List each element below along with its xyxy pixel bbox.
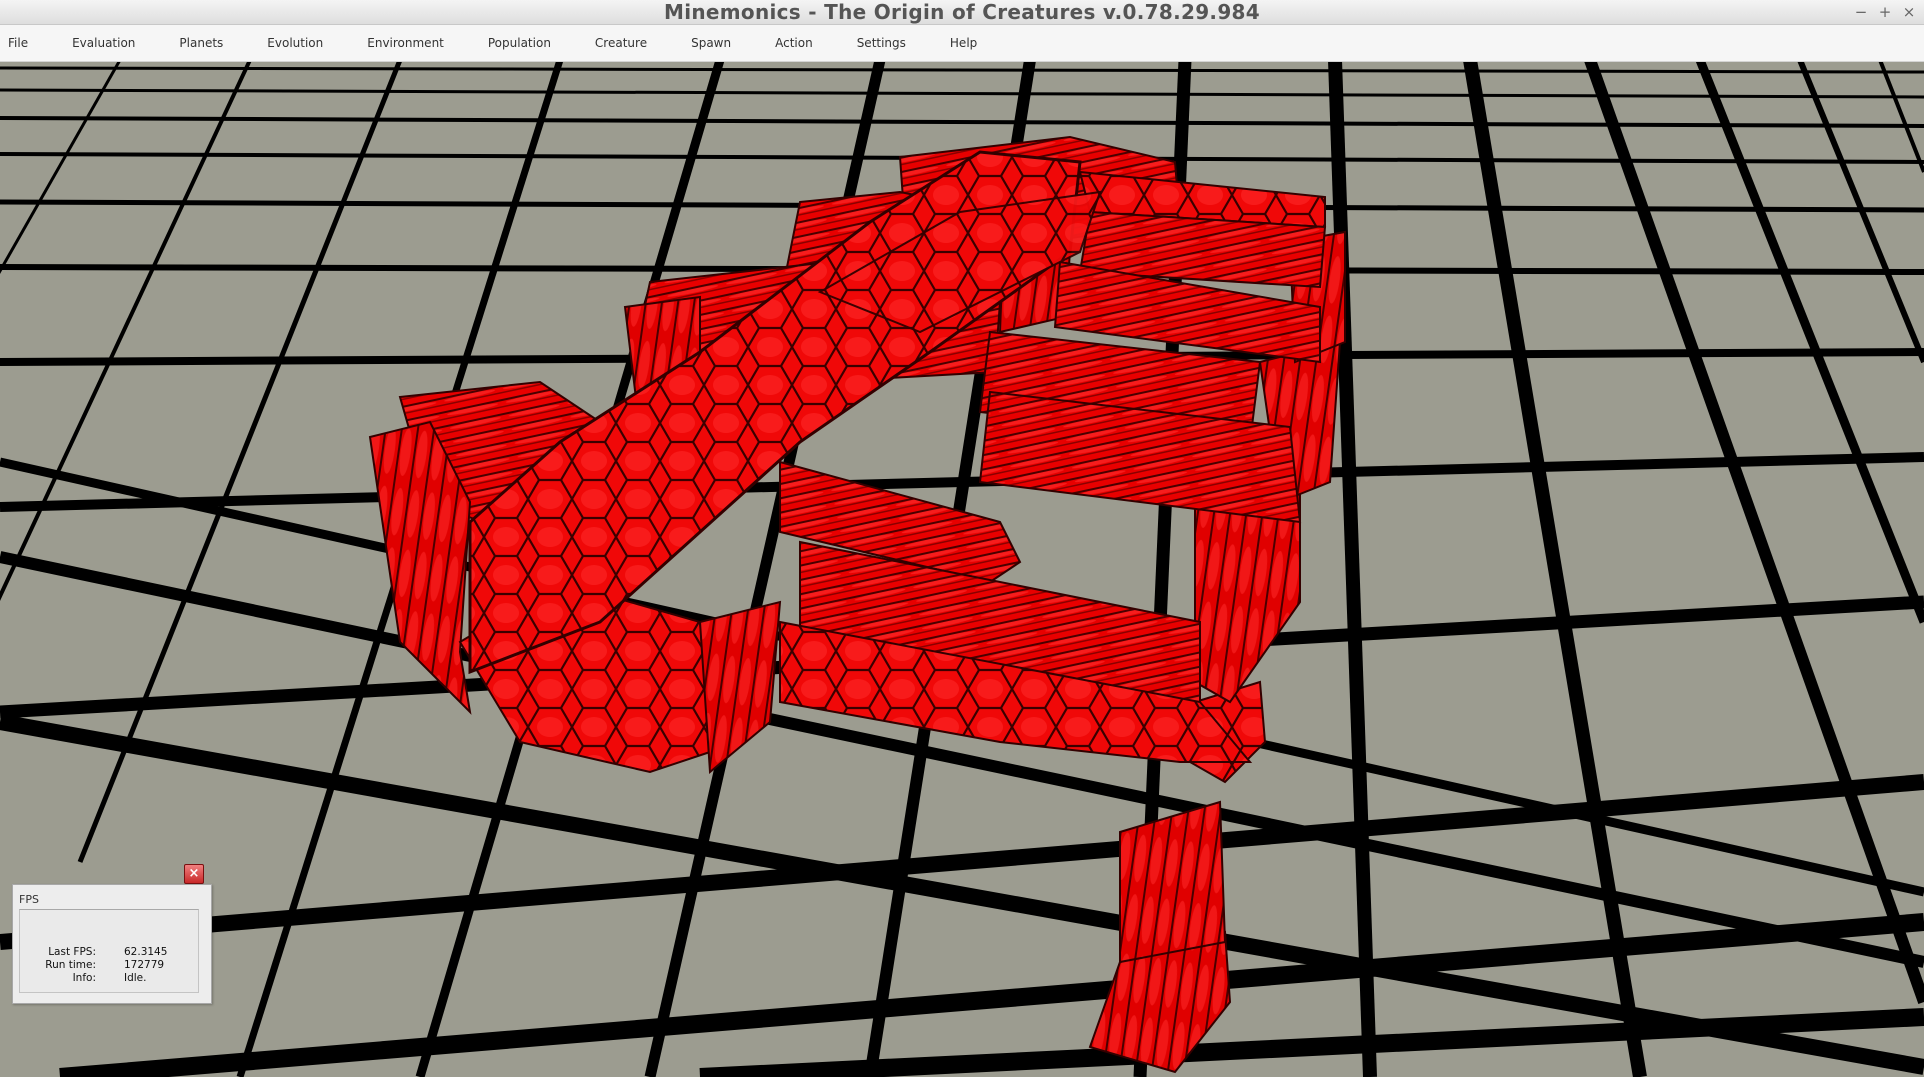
menu-action[interactable]: Action (753, 36, 835, 50)
menu-population[interactable]: Population (466, 36, 573, 50)
fps-label: Last FPS: (48, 946, 96, 958)
window-title: Minemonics - The Origin of Creatures v.0… (664, 0, 1260, 24)
menu-file[interactable]: File (0, 36, 50, 50)
menu-environment[interactable]: Environment (345, 36, 466, 50)
close-fps-panel-button[interactable]: × (184, 864, 204, 884)
run-time-value: 172779 (124, 959, 165, 971)
fps-groupbox: FPS Last FPS: 62.3145 Run time: 172779 I… (17, 891, 207, 997)
3d-viewport[interactable] (0, 62, 1924, 1077)
fps-stats: Last FPS: 62.3145 Run time: 172779 Info:… (19, 909, 199, 993)
menu-spawn[interactable]: Spawn (669, 36, 753, 50)
fps-row-run-time: Run time: 172779 (20, 959, 198, 972)
window-controls: − + × (1854, 0, 1916, 24)
fps-panel-title: FPS (19, 893, 39, 906)
window-titlebar[interactable]: Minemonics - The Origin of Creatures v.0… (0, 0, 1924, 25)
menu-creature[interactable]: Creature (573, 36, 669, 50)
fps-panel: FPS Last FPS: 62.3145 Run time: 172779 I… (12, 884, 212, 1004)
menu-help[interactable]: Help (928, 36, 999, 50)
minimize-button[interactable]: − (1854, 3, 1868, 21)
maximize-button[interactable]: + (1878, 3, 1892, 21)
fps-value: 62.3145 (124, 946, 168, 958)
close-window-button[interactable]: × (1902, 3, 1916, 21)
menu-planets[interactable]: Planets (157, 36, 245, 50)
menu-evaluation[interactable]: Evaluation (50, 36, 157, 50)
menu-bar: File Evaluation Planets Evolution Enviro… (0, 25, 1924, 62)
info-value: Idle. (124, 972, 147, 984)
fps-row-last-fps: Last FPS: 62.3145 (20, 946, 198, 959)
menu-evolution[interactable]: Evolution (245, 36, 345, 50)
info-label: Info: (72, 972, 96, 984)
menu-settings[interactable]: Settings (835, 36, 928, 50)
run-time-label: Run time: (45, 959, 96, 971)
close-icon: × (188, 866, 200, 881)
fps-row-info: Info: Idle. (20, 972, 198, 985)
